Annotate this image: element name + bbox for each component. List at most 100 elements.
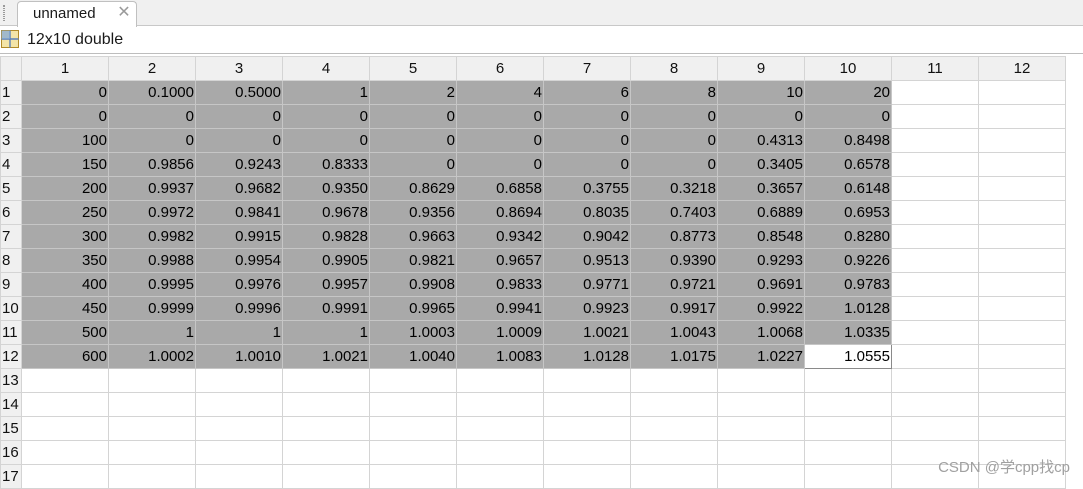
grid-cell[interactable] (543, 416, 631, 441)
grid-cell[interactable] (978, 344, 1066, 369)
row-header[interactable]: 17 (0, 464, 22, 489)
row-header[interactable]: 7 (0, 224, 22, 249)
grid-cell[interactable] (456, 440, 544, 465)
grid-cell[interactable]: 1.0555 (804, 344, 892, 369)
grid-cell[interactable]: 1 (282, 80, 370, 105)
grid-cell[interactable]: 1.0002 (108, 344, 196, 369)
grid-cell[interactable] (630, 464, 718, 489)
grid-cell[interactable]: 0 (21, 104, 109, 129)
tab-grip-handle[interactable] (3, 5, 5, 21)
grid-cell[interactable]: 1.0003 (369, 320, 457, 345)
grid-cell[interactable]: 0.1000 (108, 80, 196, 105)
grid-cell[interactable]: 0.9663 (369, 224, 457, 249)
grid-cell[interactable]: 200 (21, 176, 109, 201)
grid-cell[interactable]: 1.0009 (456, 320, 544, 345)
grid-cell[interactable]: 0.9342 (456, 224, 544, 249)
row-header[interactable]: 11 (0, 320, 22, 345)
grid-cell[interactable] (717, 464, 805, 489)
grid-cell[interactable]: 0.8498 (804, 128, 892, 153)
grid-cell[interactable] (282, 416, 370, 441)
grid-cell[interactable] (282, 464, 370, 489)
grid-cell[interactable]: 10 (717, 80, 805, 105)
grid-cell[interactable]: 0.9390 (630, 248, 718, 273)
grid-cell[interactable]: 0 (108, 128, 196, 153)
grid-cell[interactable]: 0.4313 (717, 128, 805, 153)
grid-cell[interactable] (21, 368, 109, 393)
grid-cell[interactable] (369, 368, 457, 393)
grid-cell[interactable] (630, 368, 718, 393)
grid-cell[interactable] (978, 248, 1066, 273)
grid-cell[interactable] (195, 464, 283, 489)
grid-cell[interactable] (978, 128, 1066, 153)
row-header[interactable]: 15 (0, 416, 22, 441)
grid-cell[interactable]: 0.9513 (543, 248, 631, 273)
grid-cell[interactable]: 1.0010 (195, 344, 283, 369)
grid-cell[interactable]: 0.8333 (282, 152, 370, 177)
grid-cell[interactable] (195, 416, 283, 441)
grid-cell[interactable]: 0.9856 (108, 152, 196, 177)
grid-cell[interactable]: 0.9999 (108, 296, 196, 321)
grid-cell[interactable] (978, 224, 1066, 249)
grid-cell[interactable]: 0 (456, 104, 544, 129)
grid-cell[interactable]: 0.6953 (804, 200, 892, 225)
grid-cell[interactable] (282, 440, 370, 465)
grid-cell[interactable]: 0.9988 (108, 248, 196, 273)
grid-cell[interactable]: 0.9954 (195, 248, 283, 273)
grid-cell[interactable]: 0.9941 (456, 296, 544, 321)
grid-cell[interactable]: 0.9821 (369, 248, 457, 273)
grid-cell[interactable] (456, 464, 544, 489)
row-header[interactable]: 9 (0, 272, 22, 297)
grid-cell[interactable]: 0.9917 (630, 296, 718, 321)
grid-cell[interactable]: 0.8548 (717, 224, 805, 249)
grid-cell[interactable]: 0.9350 (282, 176, 370, 201)
grid-cell[interactable]: 1.0128 (543, 344, 631, 369)
grid-cell[interactable]: 0.9042 (543, 224, 631, 249)
grid-cell[interactable] (543, 392, 631, 417)
grid-cell[interactable]: 20 (804, 80, 892, 105)
grid-cell[interactable]: 0.9721 (630, 272, 718, 297)
grid-cell[interactable] (543, 464, 631, 489)
grid-cell[interactable]: 1.0021 (282, 344, 370, 369)
row-header[interactable]: 3 (0, 128, 22, 153)
grid-cell[interactable]: 0.9226 (804, 248, 892, 273)
grid-cell[interactable]: 500 (21, 320, 109, 345)
row-header[interactable]: 5 (0, 176, 22, 201)
grid-cell[interactable] (891, 416, 979, 441)
grid-cell[interactable]: 1.0021 (543, 320, 631, 345)
grid-cell[interactable]: 1.0227 (717, 344, 805, 369)
grid-cell[interactable]: 0 (543, 128, 631, 153)
grid-cell[interactable]: 0.9691 (717, 272, 805, 297)
grid-cell[interactable] (21, 440, 109, 465)
grid-cell[interactable]: 0.3405 (717, 152, 805, 177)
grid-cell[interactable] (978, 320, 1066, 345)
grid-cell[interactable] (543, 440, 631, 465)
grid-cell[interactable]: 600 (21, 344, 109, 369)
grid-cell[interactable]: 0 (195, 128, 283, 153)
grid-cell[interactable] (978, 392, 1066, 417)
grid-cell[interactable] (195, 368, 283, 393)
grid-cell[interactable]: 0 (630, 128, 718, 153)
grid-cell[interactable]: 2 (369, 80, 457, 105)
grid-cell[interactable]: 1.0043 (630, 320, 718, 345)
grid-cell[interactable]: 250 (21, 200, 109, 225)
row-header[interactable]: 14 (0, 392, 22, 417)
column-header[interactable]: 12 (978, 56, 1066, 81)
grid-cell[interactable] (369, 416, 457, 441)
grid-cell[interactable]: 1.0128 (804, 296, 892, 321)
grid-cell[interactable]: 0.9833 (456, 272, 544, 297)
grid-cell[interactable]: 0.9937 (108, 176, 196, 201)
grid-cell[interactable] (717, 416, 805, 441)
grid-cell[interactable] (456, 392, 544, 417)
close-icon[interactable]: ✕ (116, 4, 132, 22)
grid-cell[interactable] (456, 416, 544, 441)
grid-cell[interactable]: 0.3218 (630, 176, 718, 201)
grid-cell[interactable] (630, 440, 718, 465)
grid-cell[interactable] (717, 392, 805, 417)
column-header[interactable]: 2 (108, 56, 196, 81)
grid-cell[interactable]: 0.9957 (282, 272, 370, 297)
grid-cell[interactable]: 0.9657 (456, 248, 544, 273)
grid-cell[interactable] (369, 392, 457, 417)
grid-cell[interactable] (543, 368, 631, 393)
grid-cell[interactable]: 0 (456, 128, 544, 153)
grid-cell[interactable] (891, 248, 979, 273)
